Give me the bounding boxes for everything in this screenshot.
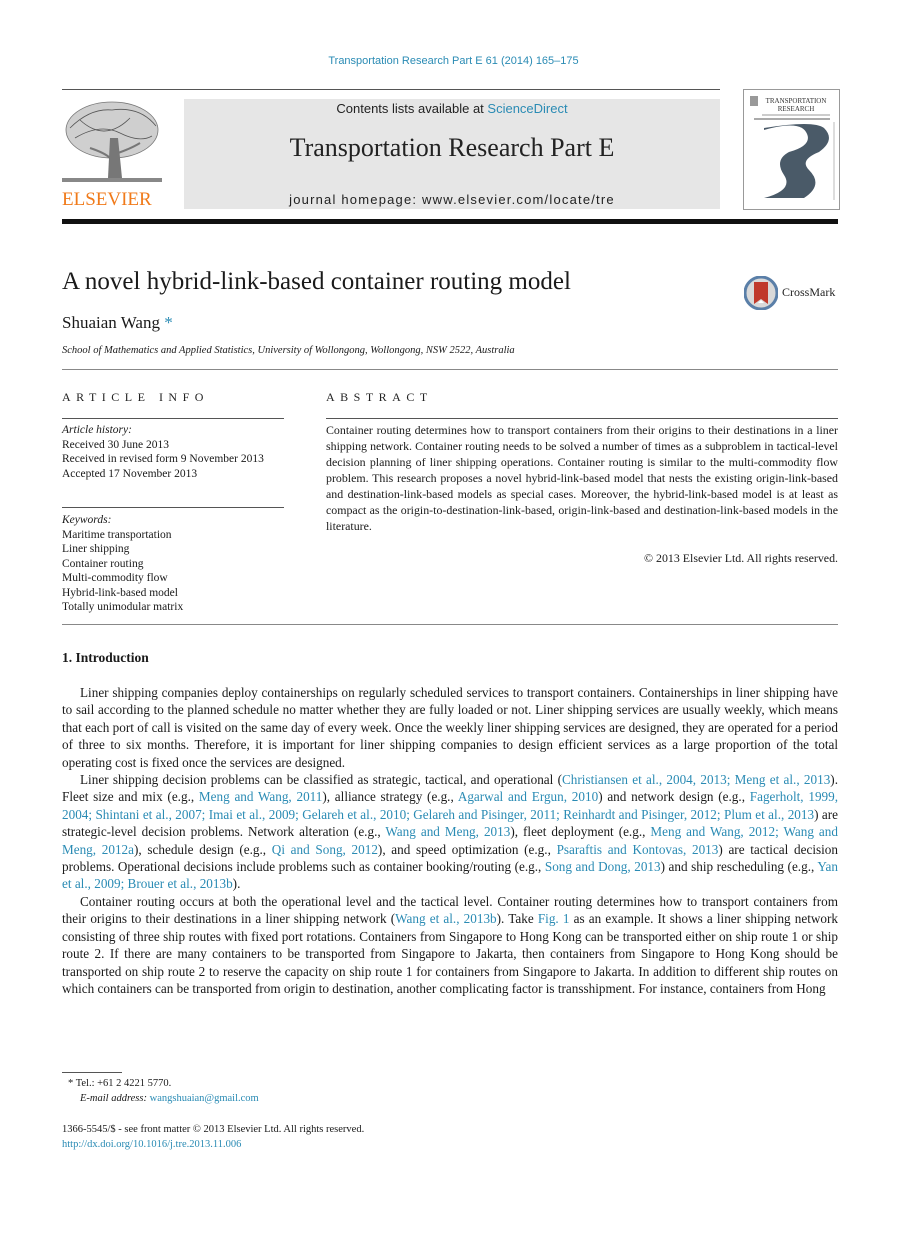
history-accepted: Accepted 17 November 2013 — [62, 467, 198, 480]
history-received: Received 30 June 2013 — [62, 438, 169, 451]
paragraph-text: ), schedule design (e.g., — [134, 841, 272, 857]
citation-link[interactable]: Fig. 1 — [538, 911, 570, 926]
history-label: Article history: — [62, 424, 132, 436]
issn-front-matter: 1366-5545/$ - see front matter © 2013 El… — [62, 1124, 365, 1135]
paragraph-text: Liner shipping companies deploy containe… — [62, 685, 838, 770]
sciencedirect-link[interactable]: ScienceDirect — [487, 101, 567, 116]
journal-title: Transportation Research Part E — [289, 133, 615, 162]
abstract-divider — [326, 418, 838, 419]
paragraph-text: ) and ship rescheduling (e.g., — [660, 859, 818, 875]
author-line: Shuaian Wang * — [62, 313, 173, 333]
keyword-item: Totally unimodular matrix — [62, 601, 184, 613]
citation-link[interactable]: Qi and Song, 2012 — [272, 842, 378, 857]
paragraph-text: Liner shipping decision problems can be … — [80, 772, 562, 788]
section-heading-introduction: 1. Introduction — [62, 650, 149, 665]
keyword-item: Hybrid-link-based model — [62, 586, 178, 599]
article-title: A novel hybrid-link-based container rout… — [62, 268, 571, 295]
keyword-item: Multi-commodity flow — [62, 572, 168, 584]
paragraph-text: ) and network design (e.g., — [598, 789, 750, 805]
email-label: E-mail address: — [80, 1093, 147, 1104]
article-info-divider — [62, 418, 284, 419]
paragraph-text: ), alliance strategy (e.g., — [322, 789, 458, 805]
keywords-list: Keywords: Maritime transportation Liner … — [62, 513, 183, 615]
paragraph-text: ), fleet deployment (e.g., — [510, 824, 651, 840]
intro-paragraph: Container routing occurs at both the ope… — [62, 893, 838, 997]
paragraph-text: ), and speed optimization (e.g., — [377, 841, 557, 857]
article-info-heading: ARTICLE INFO — [62, 390, 209, 404]
crossmark-icon — [743, 275, 779, 311]
keywords-label: Keywords: — [62, 514, 112, 526]
citation-link[interactable]: Psaraftis and Kontovas, 2013 — [557, 842, 719, 857]
crossmark-label: CrossMark — [782, 285, 836, 299]
doi-link[interactable]: http://dx.doi.org/10.1016/j.tre.2013.11.… — [62, 1137, 364, 1152]
introduction-body: Liner shipping companies deploy containe… — [62, 684, 838, 997]
paragraph-text: ). — [232, 876, 241, 892]
paragraph-text: ). Take — [496, 911, 538, 927]
contents-available-line: Contents lists available at ScienceDirec… — [184, 101, 720, 116]
keyword-item: Container routing — [62, 557, 144, 570]
citation-link[interactable]: Meng and Wang, 2011 — [199, 789, 322, 804]
author-name: Shuaian Wang — [62, 313, 160, 332]
journal-reference-link[interactable]: Transportation Research Part E 61 (2014)… — [0, 55, 907, 67]
author-email-link[interactable]: wangshuaian@gmail.com — [150, 1093, 259, 1104]
author-affiliation: School of Mathematics and Applied Statis… — [62, 345, 515, 356]
cover-title-line1: TRANSPORTATION — [766, 97, 827, 105]
crossmark-button[interactable]: CrossMark — [743, 275, 844, 312]
header-top-divider — [62, 89, 720, 90]
contents-prefix: Contents lists available at — [336, 101, 488, 116]
journal-masthead: Contents lists available at ScienceDirec… — [184, 99, 720, 209]
tree-icon — [62, 101, 162, 182]
footnote-telephone: Tel.: +61 2 4221 5770. — [75, 1078, 172, 1089]
keywords-divider — [62, 507, 284, 508]
footnote-marker: * — [68, 1078, 74, 1089]
front-matter: 1366-5545/$ - see front matter © 2013 El… — [62, 1122, 364, 1152]
intro-paragraph: Liner shipping companies deploy containe… — [62, 684, 838, 771]
citation-link[interactable]: Christiansen et al., 2004, 2013; Meng et… — [562, 772, 830, 787]
keyword-item: Liner shipping — [62, 543, 130, 555]
cover-road-illustration — [764, 124, 829, 198]
affiliation-divider — [62, 369, 838, 370]
journal-homepage-link[interactable]: journal homepage: www.elsevier.com/locat… — [184, 192, 720, 207]
citation-link[interactable]: Agarwal and Ergun, 2010 — [458, 789, 598, 804]
citation-link[interactable]: Wang and Meng, 2013 — [385, 824, 510, 839]
citation-link[interactable]: Wang et al., 2013b — [395, 911, 497, 926]
abstract-bottom-divider — [62, 624, 838, 625]
elsevier-wordmark: ELSEVIER — [62, 189, 152, 210]
abstract-heading: ABSTRACT — [326, 390, 433, 404]
keyword-item: Maritime transportation — [62, 528, 172, 541]
intro-paragraph: Liner shipping decision problems can be … — [62, 771, 838, 893]
header-thick-divider — [62, 219, 838, 224]
cover-publisher-icon — [750, 96, 758, 106]
abstract-text: Container routing determines how to tran… — [326, 423, 838, 533]
history-revised: Received in revised form 9 November 2013 — [62, 453, 264, 465]
journal-cover-thumbnail[interactable]: TRANSPORTATION RESEARCH — [743, 89, 840, 210]
abstract-copyright: © 2013 Elsevier Ltd. All rights reserved… — [644, 551, 838, 565]
article-history: Article history: Received 30 June 2013 R… — [62, 423, 264, 481]
author-footnote: * Tel.: +61 2 4221 5770. E-mail address:… — [62, 1076, 259, 1106]
footnote-divider — [62, 1072, 122, 1073]
citation-link[interactable]: Song and Dong, 2013 — [545, 859, 661, 874]
cover-title-line2: RESEARCH — [778, 105, 815, 113]
corresponding-author-marker[interactable]: * — [164, 313, 173, 332]
